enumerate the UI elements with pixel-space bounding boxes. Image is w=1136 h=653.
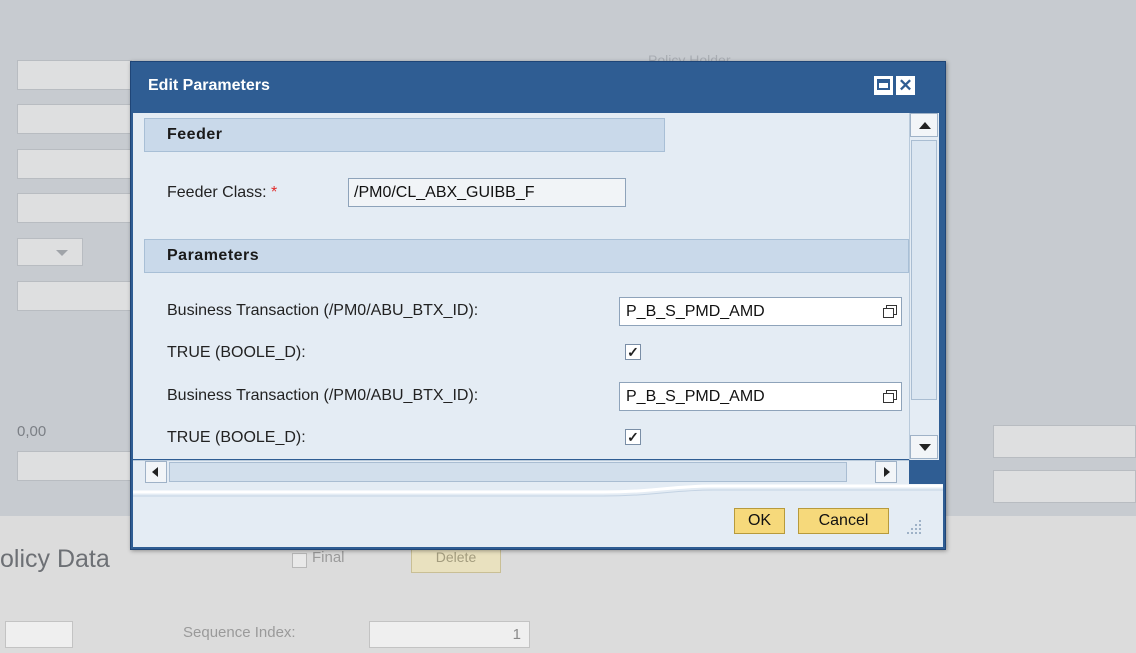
- scroll-right-button[interactable]: [875, 461, 897, 483]
- scroll-right-icon: [884, 467, 890, 477]
- business-transaction-value-2: P_B_S_PMD_AMD: [626, 388, 765, 405]
- dialog-footer: OK Cancel: [133, 484, 943, 547]
- param-label-true-2: TRUE (BOOLE_D):: [167, 429, 306, 446]
- dialog-content: Feeder Feeder Class: * /PM0/CL_ABX_GUIBB…: [133, 113, 909, 459]
- scroll-left-icon: [152, 467, 158, 477]
- background-field-4[interactable]: [17, 193, 132, 223]
- scroll-down-icon: [919, 444, 931, 451]
- true-checkbox-2[interactable]: ✓: [625, 429, 641, 445]
- edit-parameters-dialog: Edit Parameters ✕ Feeder Feeder Class: *…: [130, 61, 946, 550]
- maximize-button[interactable]: [874, 76, 893, 95]
- close-button[interactable]: ✕: [896, 76, 915, 95]
- horizontal-scrollbar[interactable]: [133, 460, 909, 484]
- dialog-titlebar[interactable]: Edit Parameters ✕: [131, 62, 945, 112]
- parameters-section-header: Parameters: [144, 239, 909, 273]
- ok-button[interactable]: OK: [734, 508, 785, 534]
- background-field-2[interactable]: [17, 104, 132, 134]
- background-amount-text: 0,00: [17, 423, 47, 440]
- required-marker: *: [271, 184, 278, 201]
- background-field-1[interactable]: [17, 60, 132, 90]
- horizontal-scroll-thumb[interactable]: [169, 462, 847, 482]
- resize-grip-icon[interactable]: [903, 520, 925, 542]
- true-checkbox-1[interactable]: ✓: [625, 344, 641, 360]
- dialog-title: Edit Parameters: [148, 77, 270, 94]
- background-field-6[interactable]: [17, 451, 132, 481]
- feeder-class-label: Feeder Class: *: [167, 184, 277, 202]
- background-dropdown[interactable]: [17, 238, 83, 266]
- background-final-checkbox[interactable]: [292, 553, 307, 568]
- feeder-class-label-text: Feeder Class:: [167, 184, 267, 201]
- scroll-down-button[interactable]: [910, 435, 938, 459]
- scroll-up-button[interactable]: [910, 113, 938, 137]
- sequence-index-field[interactable]: 1: [369, 621, 530, 648]
- business-transaction-field-1[interactable]: P_B_S_PMD_AMD: [619, 297, 902, 326]
- background-field-3[interactable]: [17, 149, 132, 179]
- background-final-label: Final: [312, 549, 345, 566]
- background-right-field-1[interactable]: [993, 425, 1136, 458]
- background-right-field-2[interactable]: [993, 470, 1136, 503]
- cancel-button[interactable]: Cancel: [798, 508, 889, 534]
- business-transaction-value-1: P_B_S_PMD_AMD: [626, 303, 765, 320]
- business-transaction-field-2[interactable]: P_B_S_PMD_AMD: [619, 382, 902, 411]
- sequence-index-label: Sequence Index:: [183, 624, 296, 641]
- maximize-icon: [877, 79, 890, 90]
- vertical-scrollbar[interactable]: [909, 113, 939, 460]
- vertical-scroll-thumb[interactable]: [911, 140, 937, 400]
- feeder-section-header: Feeder: [144, 118, 665, 152]
- value-help-icon[interactable]: [883, 305, 897, 318]
- chevron-down-icon: [56, 250, 68, 256]
- feeder-class-field[interactable]: /PM0/CL_ABX_GUIBB_F: [348, 178, 626, 207]
- background-left-field[interactable]: [5, 621, 73, 648]
- param-label-btx-2: Business Transaction (/PM0/ABU_BTX_ID):: [167, 387, 479, 404]
- background-field-5[interactable]: [17, 281, 132, 311]
- scroll-left-button[interactable]: [145, 461, 167, 483]
- scroll-up-icon: [919, 122, 931, 129]
- param-label-true-1: TRUE (BOOLE_D):: [167, 344, 306, 361]
- background-section-title: olicy Data: [0, 545, 110, 573]
- param-label-btx-1: Business Transaction (/PM0/ABU_BTX_ID):: [167, 302, 479, 319]
- close-icon: ✕: [898, 76, 913, 95]
- background-delete-button[interactable]: Delete: [411, 546, 501, 573]
- value-help-icon[interactable]: [883, 390, 897, 403]
